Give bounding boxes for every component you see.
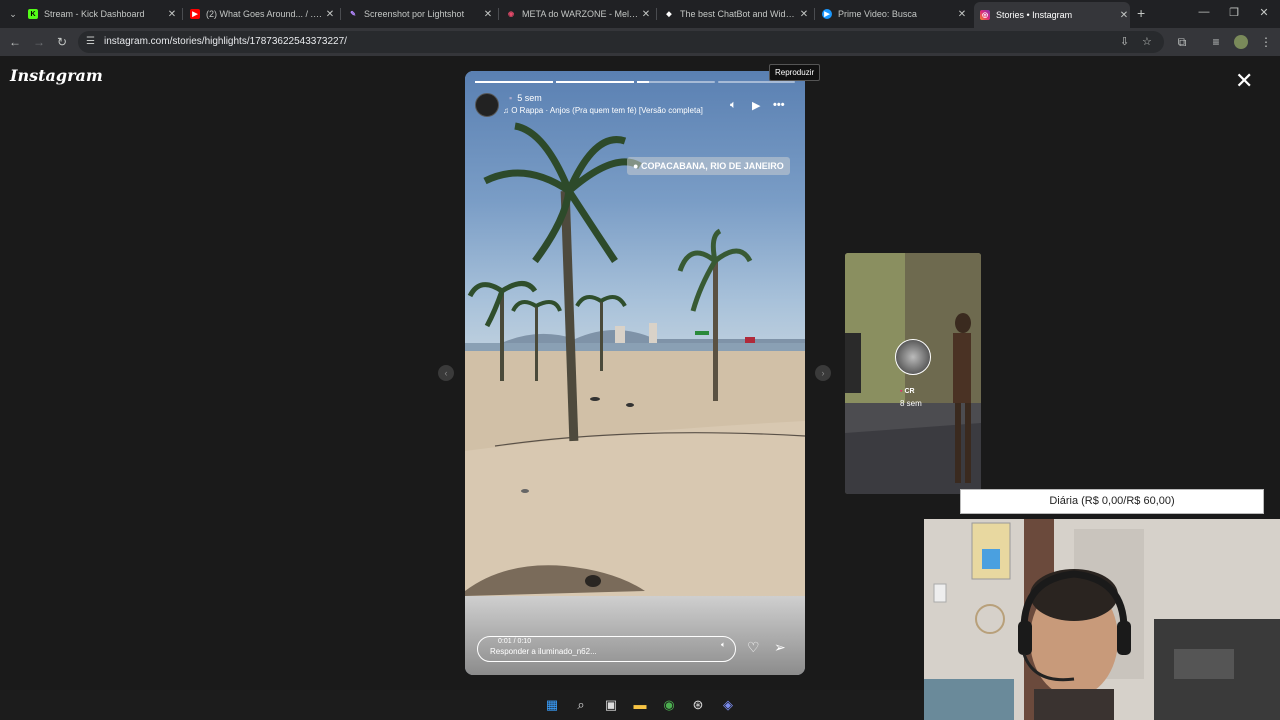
task-view-icon[interactable]: ▣: [603, 697, 619, 713]
music-note-icon: ♫: [503, 106, 509, 115]
tab-lightshot[interactable]: ✎ Screenshot por Lightshot ✕: [348, 3, 494, 25]
volume-icon[interactable]: 🔈︎: [721, 640, 726, 650]
url-text[interactable]: instagram.com/stories/highlights/1787362…: [104, 36, 347, 47]
target-icon: ◉: [507, 11, 515, 18]
browser-toolbar: ← → ↻ ☰ instagram.com/stories/highlights…: [0, 28, 1280, 56]
volume-icon[interactable]: 🔈︎: [730, 99, 737, 112]
extensions-icon[interactable]: ⧉: [1174, 34, 1190, 50]
prime-video-icon: ▶: [822, 9, 832, 19]
tab-kick-dashboard[interactable]: K Stream - Kick Dashboard ✕: [28, 3, 178, 25]
profile-avatar[interactable]: [1234, 35, 1248, 49]
tab-search-icon[interactable]: ⌄: [6, 7, 20, 21]
install-app-icon[interactable]: ⇩: [1120, 35, 1129, 48]
instagram-icon: ◎: [980, 10, 990, 20]
file-explorer-icon[interactable]: ▬: [632, 697, 648, 713]
story-viewer[interactable]: ▪ 5 sem ♫ O Rappa · Anjos (Pra quem tem …: [465, 71, 805, 675]
streamelements-icon: ◆: [666, 11, 672, 18]
location-sticker[interactable]: ● COPACABANA, RIO DE JANEIRO: [627, 157, 790, 175]
forward-icon[interactable]: →: [31, 34, 47, 50]
new-tab-icon[interactable]: +: [1137, 5, 1145, 21]
story-time-ago: ▪ 5 sem: [509, 93, 542, 103]
more-options-icon[interactable]: •••: [773, 99, 785, 111]
search-icon[interactable]: ⌕: [573, 697, 589, 713]
close-icon[interactable]: ✕: [1235, 70, 1253, 92]
location-pin-icon: ●: [633, 161, 639, 171]
share-send-icon[interactable]: ➢: [774, 639, 786, 656]
story-music[interactable]: ♫ O Rappa · Anjos (Pra quem tem fé) [Ver…: [503, 106, 703, 115]
tab-instagram-stories[interactable]: ◎ Stories • Instagram ✕: [974, 2, 1130, 28]
close-window-icon[interactable]: ✕: [1254, 6, 1274, 19]
next-story-username: ▪ CR: [900, 388, 915, 395]
close-tab-icon[interactable]: ✕: [956, 9, 968, 20]
webcam-image: [924, 519, 1280, 720]
reply-input[interactable]: 0:01 / 0:10 Responder a iluminado_n62...…: [477, 636, 736, 662]
story-progress-2: [556, 81, 634, 83]
back-icon[interactable]: ←: [7, 34, 23, 50]
chrome-icon[interactable]: ◉: [661, 697, 677, 713]
instagram-logo[interactable]: Instagram: [10, 66, 103, 85]
discord-icon[interactable]: ◈: [720, 697, 736, 713]
close-tab-icon[interactable]: ✕: [482, 9, 494, 20]
next-story-preview[interactable]: ▪ CR 8 sem: [845, 253, 981, 494]
kick-icon: K: [28, 9, 38, 19]
tab-strip: ⌄ K Stream - Kick Dashboard ✕ ▶ (2) What…: [0, 0, 1280, 28]
webcam-overlay: [924, 519, 1280, 720]
close-tab-icon[interactable]: ✕: [324, 9, 336, 20]
close-tab-icon[interactable]: ✕: [640, 9, 652, 20]
tab-prime-video[interactable]: ▶ Prime Video: Busca ✕: [822, 3, 968, 25]
site-info-icon[interactable]: ☰: [86, 36, 95, 47]
reply-placeholder: Responder a iluminado_n62...: [490, 647, 597, 656]
story-progress-3: [637, 81, 715, 83]
story-progress-1: [475, 81, 553, 83]
like-heart-icon[interactable]: ♡: [747, 639, 760, 656]
daily-budget-overlay: Diária (R$ 0,00/R$ 60,00): [960, 489, 1264, 514]
close-tab-icon[interactable]: ✕: [166, 9, 178, 20]
story-beach-image: [465, 122, 805, 596]
obs-icon[interactable]: ⊛: [690, 697, 706, 713]
verified-icon: ▪: [509, 93, 513, 103]
story-avatar[interactable]: [475, 93, 499, 117]
close-tab-icon[interactable]: ✕: [1118, 10, 1130, 21]
play-tooltip: Reproduzir: [769, 64, 821, 81]
reload-icon[interactable]: ↻: [54, 34, 70, 50]
play-icon[interactable]: ▶: [752, 99, 760, 112]
windows-start-icon[interactable]: ▦: [544, 697, 560, 713]
tab-warzone[interactable]: ◉ META do WARZONE - Melhore ✕: [506, 3, 652, 25]
restore-icon[interactable]: ❐: [1224, 6, 1244, 19]
bookmark-star-icon[interactable]: ☆: [1142, 35, 1152, 48]
youtube-icon: ▶: [190, 9, 200, 19]
tab-youtube[interactable]: ▶ (2) What Goes Around... / ... Cor ✕: [190, 3, 336, 25]
story-progress-4: [718, 81, 795, 83]
feather-icon: ✎: [350, 11, 356, 18]
media-controls-icon[interactable]: ≡: [1208, 34, 1224, 50]
menu-icon[interactable]: ⋮: [1258, 34, 1274, 50]
next-story-avatar: [895, 339, 931, 375]
next-story-time-ago: 8 sem: [900, 399, 922, 408]
next-story-arrow-icon[interactable]: ›: [815, 365, 831, 381]
address-bar[interactable]: ☰ instagram.com/stories/highlights/17873…: [78, 31, 1164, 53]
tab-chatbot[interactable]: ◆ The best ChatBot and Widgets ✕: [664, 3, 810, 25]
windows-taskbar: ▦ ⌕ ▣ ▬ ◉ ⊛ ◈: [0, 690, 924, 720]
close-tab-icon[interactable]: ✕: [798, 9, 810, 20]
prev-story-arrow-icon[interactable]: ‹: [438, 365, 454, 381]
minimize-icon[interactable]: —: [1194, 6, 1214, 18]
video-time: 0:01 / 0:10: [498, 638, 532, 645]
